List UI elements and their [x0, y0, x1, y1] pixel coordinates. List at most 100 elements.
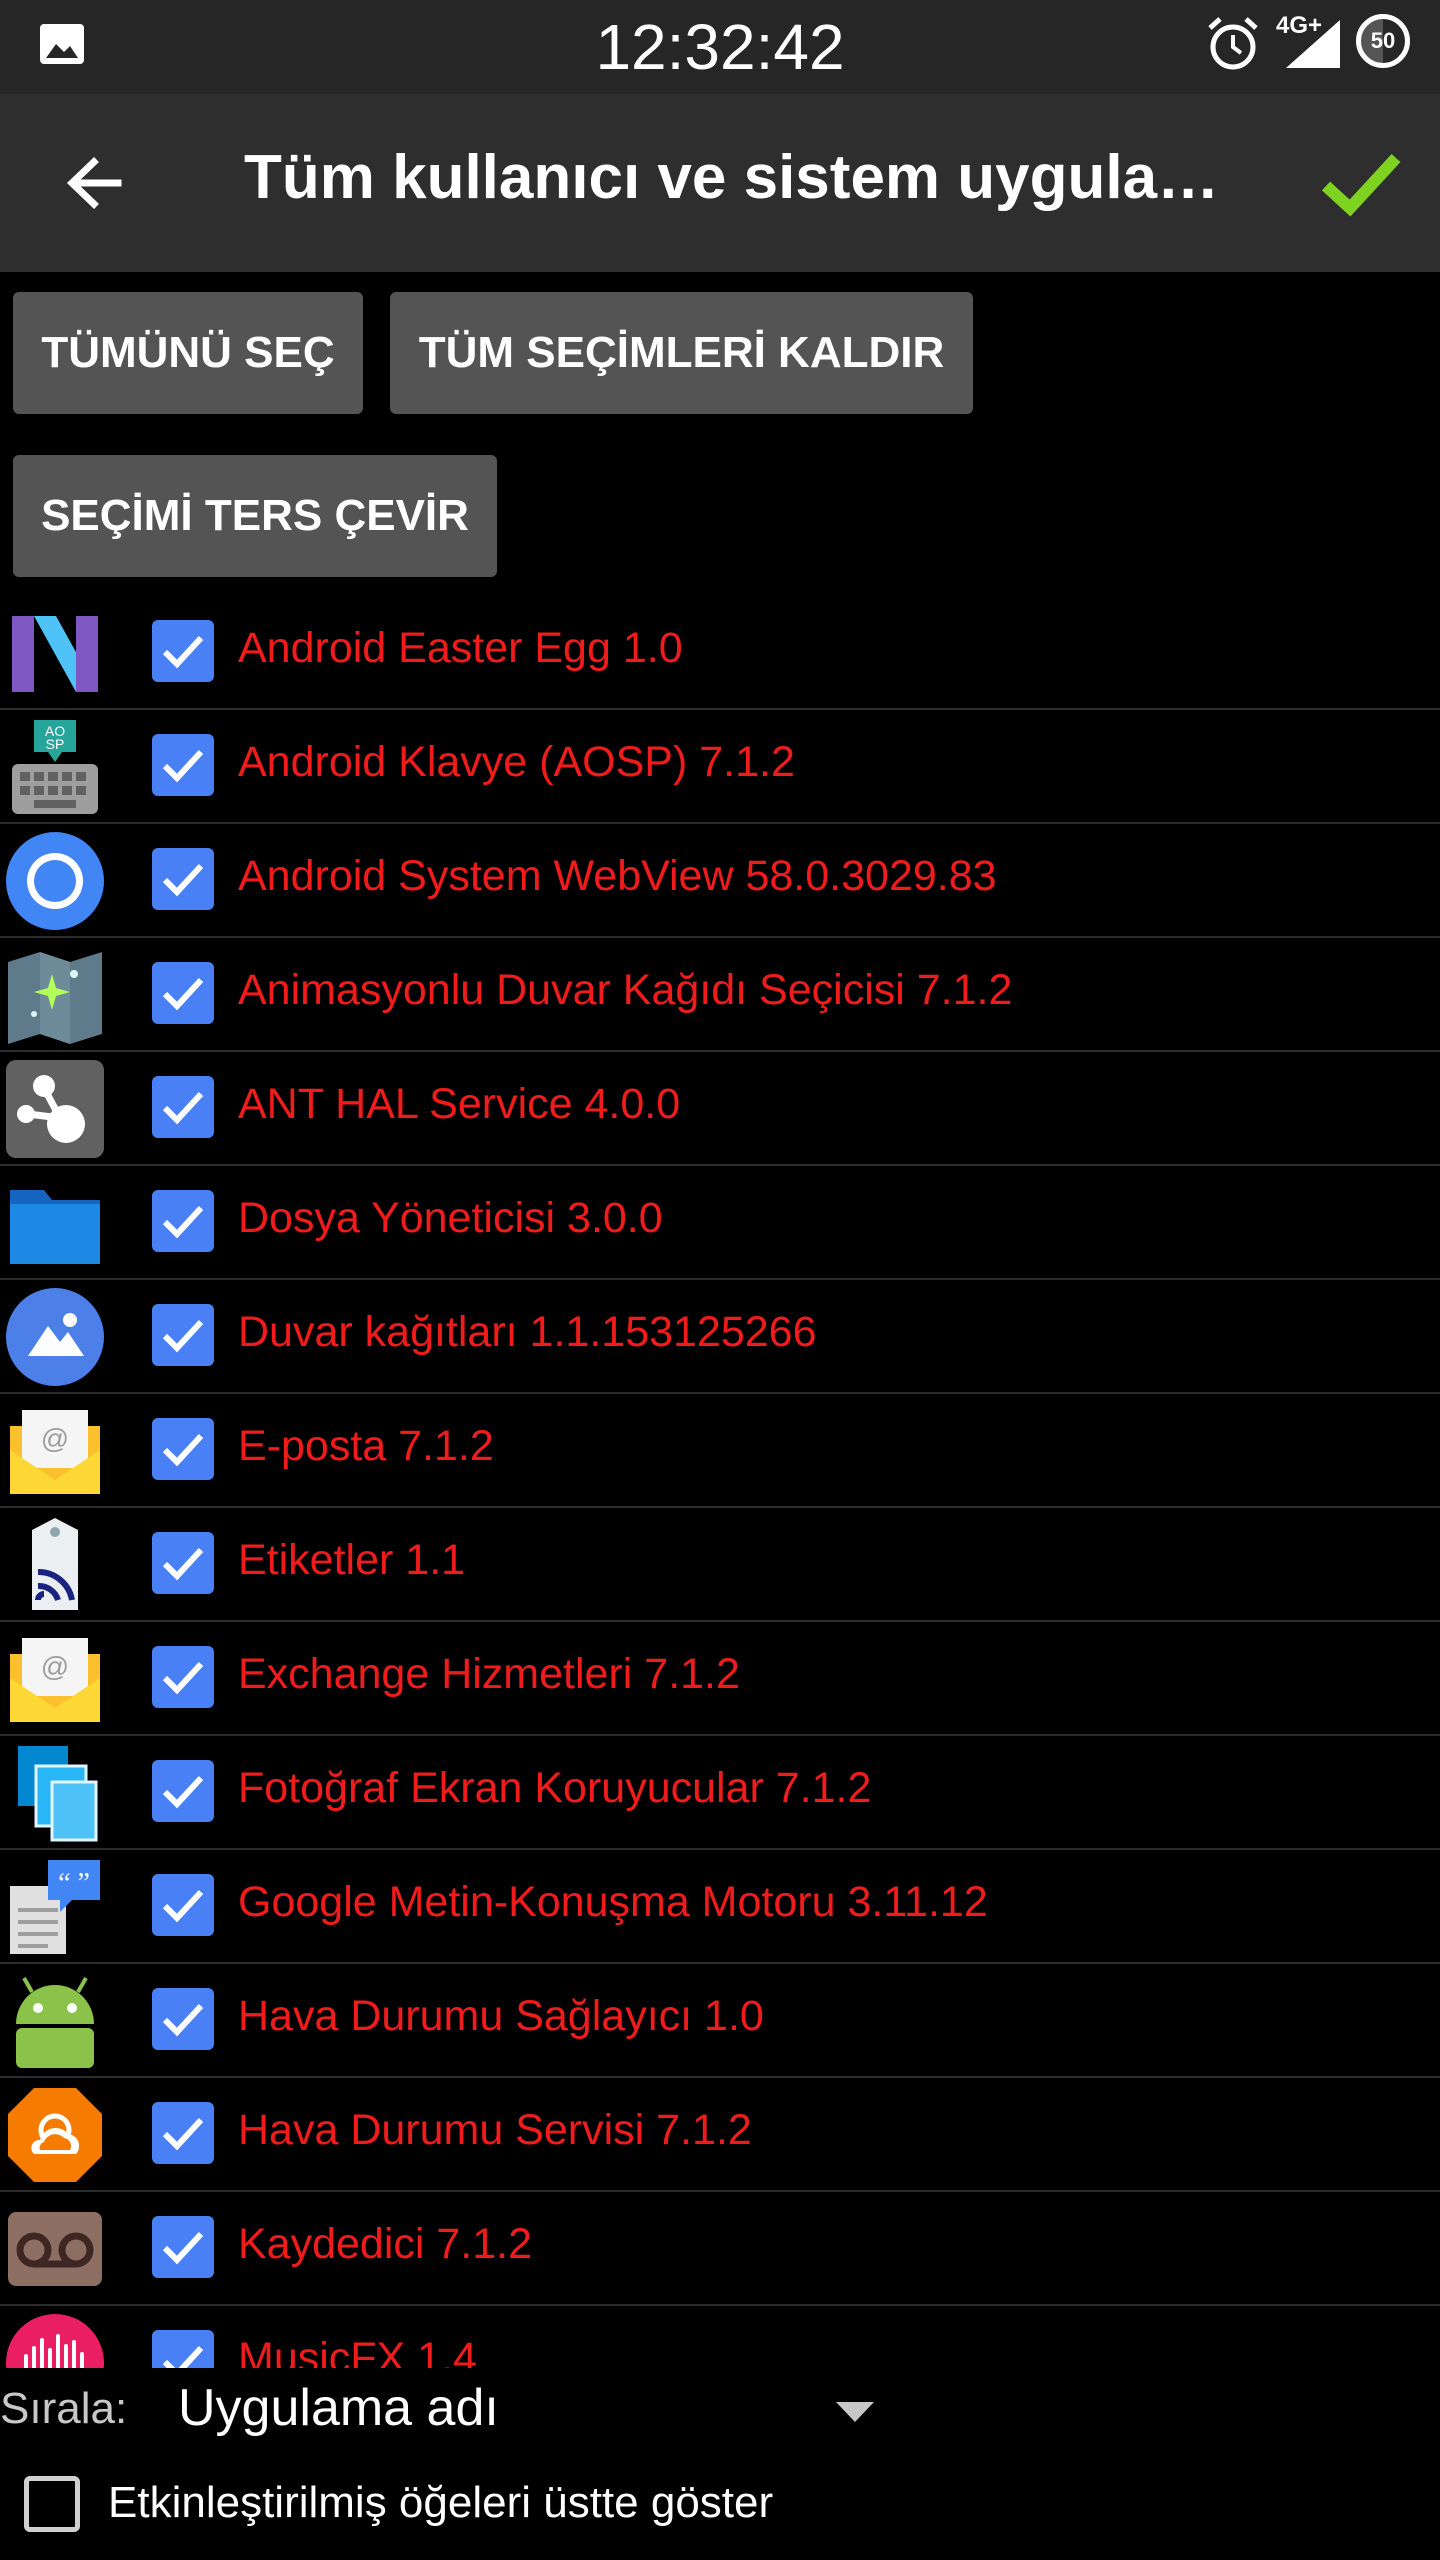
- app-checkbox[interactable]: [152, 2216, 214, 2278]
- chevron-down-icon[interactable]: [836, 2402, 874, 2422]
- app-label: E-posta 7.1.2: [238, 1422, 494, 1470]
- android-n-icon: [4, 602, 106, 704]
- app-label: Animasyonlu Duvar Kağıdı Seçicisi 7.1.2: [238, 966, 1013, 1014]
- app-checkbox[interactable]: [152, 1190, 214, 1252]
- app-list-item[interactable]: ANT HAL Service 4.0.0: [0, 1052, 1440, 1166]
- app-list: Android Easter Egg 1.0 AO SP Android Klavye…: [0, 596, 1440, 2368]
- checkmark-icon: [162, 1661, 204, 1695]
- app-label: ANT HAL Service 4.0.0: [238, 1080, 681, 1128]
- checkmark-icon: [162, 977, 204, 1011]
- app-list-item[interactable]: Hava Durumu Servisi 7.1.2: [0, 2078, 1440, 2192]
- app-label: Exchange Hizmetleri 7.1.2: [238, 1650, 740, 1698]
- app-checkbox[interactable]: [152, 1988, 214, 2050]
- app-list-item[interactable]: Fotoğraf Ekran Koruyucular 7.1.2: [0, 1736, 1440, 1850]
- svg-text:SP: SP: [46, 736, 65, 752]
- app-checkbox[interactable]: [152, 734, 214, 796]
- app-checkbox[interactable]: [152, 2330, 214, 2368]
- app-list-item[interactable]: Android System WebView 58.0.3029.83: [0, 824, 1440, 938]
- checkmark-icon: [162, 1547, 204, 1581]
- status-bar: 12:32:42 4G+ 50: [0, 0, 1440, 94]
- app-checkbox[interactable]: [152, 1532, 214, 1594]
- page-title: Tüm kullanıcı ve sistem uygula…: [244, 143, 1220, 212]
- show-enabled-first-label: Etkinleştirilmiş öğeleri üstte göster: [108, 2478, 774, 2527]
- app-label: Duvar kağıtları 1.1.153125266: [238, 1308, 817, 1356]
- app-checkbox[interactable]: [152, 962, 214, 1024]
- app-checkbox[interactable]: [152, 1304, 214, 1366]
- app-list-item[interactable]: Kaydedici 7.1.2: [0, 2192, 1440, 2306]
- app-checkbox[interactable]: [152, 1418, 214, 1480]
- app-checkbox[interactable]: [152, 2102, 214, 2164]
- app-label: Kaydedici 7.1.2: [238, 2220, 533, 2268]
- battery-icon: 50: [1356, 14, 1410, 68]
- app-list-item[interactable]: MusicFX 1.4: [0, 2306, 1440, 2368]
- app-list-item[interactable]: Dosya Yöneticisi 3.0.0: [0, 1166, 1440, 1280]
- nfc-tag-icon: [32, 1518, 78, 1610]
- tts-icon: “ ”: [10, 1860, 100, 1954]
- app-label: Google Metin-Konuşma Motoru 3.11.12: [238, 1878, 988, 1926]
- app-label: Android System WebView 58.0.3029.83: [238, 852, 997, 900]
- webview-icon: [6, 832, 104, 930]
- check-icon[interactable]: [1316, 138, 1406, 228]
- checkmark-icon: [162, 2345, 204, 2368]
- app-list-item[interactable]: @ Exchange Hizmetleri 7.1.2: [0, 1622, 1440, 1736]
- app-list-item[interactable]: “ ” Google Metin-Konuşma Motoru 3.11.12: [0, 1850, 1440, 1964]
- musicfx-icon: [6, 2314, 104, 2368]
- app-label: Etiketler 1.1: [238, 1536, 466, 1584]
- app-list-item[interactable]: Hava Durumu Sağlayıcı 1.0: [0, 1964, 1440, 2078]
- app-checkbox[interactable]: [152, 620, 214, 682]
- show-enabled-first-checkbox[interactable]: [24, 2476, 80, 2532]
- app-bar: Tüm kullanıcı ve sistem uygula…: [0, 94, 1440, 272]
- checkmark-icon: [162, 863, 204, 897]
- checkmark-icon: [162, 749, 204, 783]
- app-checkbox[interactable]: [152, 1646, 214, 1708]
- signal-icon: [1286, 20, 1340, 68]
- app-checkbox[interactable]: [152, 848, 214, 910]
- app-list-item[interactable]: Duvar kağıtları 1.1.153125266: [0, 1280, 1440, 1394]
- svg-text:“ ”: “ ”: [58, 1868, 90, 1899]
- select-all-button[interactable]: TÜMÜNÜ SEÇ: [13, 292, 363, 414]
- app-checkbox[interactable]: [152, 1874, 214, 1936]
- sort-label: Sırala:: [0, 2384, 128, 2433]
- app-label: MusicFX 1.4: [238, 2334, 477, 2368]
- email-icon: @: [10, 1410, 100, 1494]
- checkmark-icon: [162, 1091, 204, 1125]
- app-checkbox[interactable]: [152, 1760, 214, 1822]
- checkmark-icon: [162, 1889, 204, 1923]
- ant-icon: [6, 1060, 104, 1158]
- alarm-icon: [1208, 17, 1258, 70]
- app-checkbox[interactable]: [152, 1076, 214, 1138]
- app-label: Android Easter Egg 1.0: [238, 624, 683, 672]
- checkmark-icon: [162, 1319, 204, 1353]
- app-list-item[interactable]: Animasyonlu Duvar Kağıdı Seçicisi 7.1.2: [0, 938, 1440, 1052]
- app-label: Fotoğraf Ekran Koruyucular 7.1.2: [238, 1764, 872, 1812]
- checkmark-icon: [162, 635, 204, 669]
- app-label: Dosya Yöneticisi 3.0.0: [238, 1194, 663, 1242]
- svg-text:@: @: [41, 1651, 69, 1682]
- app-list-item[interactable]: @ E-posta 7.1.2: [0, 1394, 1440, 1508]
- checkmark-icon: [162, 1775, 204, 1809]
- wallpapers-icon: [6, 1288, 104, 1386]
- weather-icon: [8, 2088, 102, 2182]
- live-wallpaper-icon: [8, 952, 102, 1044]
- app-label: Hava Durumu Servisi 7.1.2: [238, 2106, 752, 2154]
- checkmark-icon: [162, 2003, 204, 2037]
- checkmark-icon: [162, 2117, 204, 2151]
- checkmark-icon: [162, 1205, 204, 1239]
- deselect-all-button[interactable]: TÜM SEÇİMLERİ KALDIR: [390, 292, 973, 414]
- photo-screensaver-icon: [18, 1746, 98, 1842]
- voicemail-icon: [8, 2212, 102, 2286]
- battery-level: 50: [1370, 28, 1396, 53]
- app-list-item[interactable]: AO SP Android Klavye (AOSP) 7.1.2: [0, 710, 1440, 824]
- arrow-left-icon[interactable]: [58, 146, 132, 220]
- checkmark-icon: [162, 1433, 204, 1467]
- app-label: Hava Durumu Sağlayıcı 1.0: [238, 1992, 764, 2040]
- exchange-email-icon: @: [10, 1638, 100, 1722]
- svg-text:@: @: [41, 1423, 69, 1454]
- keyboard-icon: AOSP: [12, 720, 98, 814]
- invert-selection-button[interactable]: SEÇİMİ TERS ÇEVİR: [13, 455, 497, 577]
- app-list-item[interactable]: Android Easter Egg 1.0: [0, 596, 1440, 710]
- sort-dropdown[interactable]: Uygulama adı: [178, 2378, 499, 2438]
- app-list-item[interactable]: Etiketler 1.1: [0, 1508, 1440, 1622]
- app-label: Android Klavye (AOSP) 7.1.2: [238, 738, 795, 786]
- android-robot-icon: [16, 1977, 94, 2068]
